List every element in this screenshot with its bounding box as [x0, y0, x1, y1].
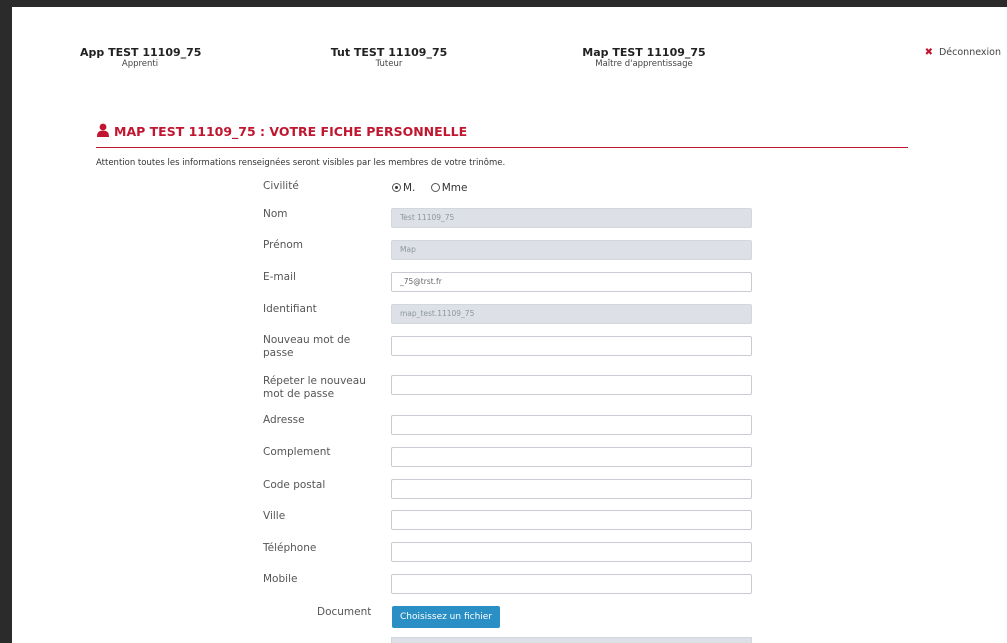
complement-label: Complement	[263, 446, 331, 458]
notice-text: Attention toutes les informations rensei…	[96, 158, 506, 168]
prenom-label: Prénom	[263, 239, 304, 251]
header-user-tuteur[interactable]: Tut TEST 11109_75 Tuteur	[329, 46, 449, 70]
civilite-radio-group: M. Mme	[392, 182, 480, 194]
user-name: Tut TEST 11109_75	[330, 46, 448, 59]
header-user-maitre[interactable]: Map TEST 11109_75 Maître d'apprentissage	[579, 46, 709, 70]
person-icon	[97, 123, 109, 137]
user-name: Map TEST 11109_75	[582, 46, 706, 59]
radio-unchecked-icon	[430, 183, 440, 192]
page: App TEST 11109_75 Apprenti Tut TEST 1110…	[12, 7, 1007, 643]
logout-label: Déconnexion	[938, 47, 1001, 58]
close-icon: ✖	[924, 47, 933, 58]
complement-field[interactable]	[391, 447, 752, 467]
repeat-password-label: Répeter le nouveau mot de passe	[263, 375, 366, 400]
email-field[interactable]: _75@trst.fr	[391, 272, 752, 292]
file-name-field	[391, 637, 752, 643]
identifiant-field: map_test.11109_75	[391, 304, 752, 324]
mobile-field[interactable]	[391, 574, 752, 594]
identifiant-label: Identifiant	[263, 303, 317, 315]
email-label: E-mail	[263, 271, 296, 283]
new-password-label: Nouveau mot de passe	[263, 334, 351, 359]
nom-field: Test 11109_75	[391, 208, 752, 228]
code-postal-field[interactable]	[391, 479, 752, 499]
document-label: Document	[317, 606, 372, 618]
nom-label: Nom	[263, 208, 288, 220]
choose-file-button[interactable]: Choisissez un fichier	[392, 606, 501, 628]
code-postal-label: Code postal	[263, 479, 326, 491]
user-role: Maître d'apprentissage	[595, 59, 693, 69]
user-role: Tuteur	[375, 59, 403, 69]
telephone-field[interactable]	[391, 542, 752, 562]
telephone-label: Téléphone	[263, 542, 317, 554]
section-header: MAP TEST 11109_75 : VOTRE FICHE PERSONNE…	[96, 123, 908, 148]
logout-link[interactable]: ✖ Déconnexion	[925, 47, 1001, 58]
repeat-password-field[interactable]	[391, 375, 752, 395]
radio-mme[interactable]: Mme	[430, 182, 468, 194]
radio-m[interactable]: M.	[392, 182, 415, 194]
prenom-field: Map	[391, 240, 752, 260]
header-user-apprenti[interactable]: App TEST 11109_75 Apprenti	[80, 46, 202, 70]
adresse-label: Adresse	[263, 414, 305, 426]
radio-checked-icon	[392, 183, 401, 192]
new-password-field[interactable]	[391, 336, 752, 356]
civilite-label: Civilité	[263, 180, 299, 192]
radio-label-m: M.	[403, 182, 416, 194]
adresse-field[interactable]	[391, 415, 752, 435]
ville-label: Ville	[263, 510, 286, 522]
radio-label-mme: Mme	[441, 182, 468, 194]
mobile-label: Mobile	[263, 573, 298, 585]
page-title: MAP TEST 11109_75 : VOTRE FICHE PERSONNE…	[114, 124, 468, 139]
user-name: App TEST 11109_75	[80, 46, 202, 59]
ville-field[interactable]	[391, 510, 752, 530]
user-role: Apprenti	[121, 59, 159, 69]
